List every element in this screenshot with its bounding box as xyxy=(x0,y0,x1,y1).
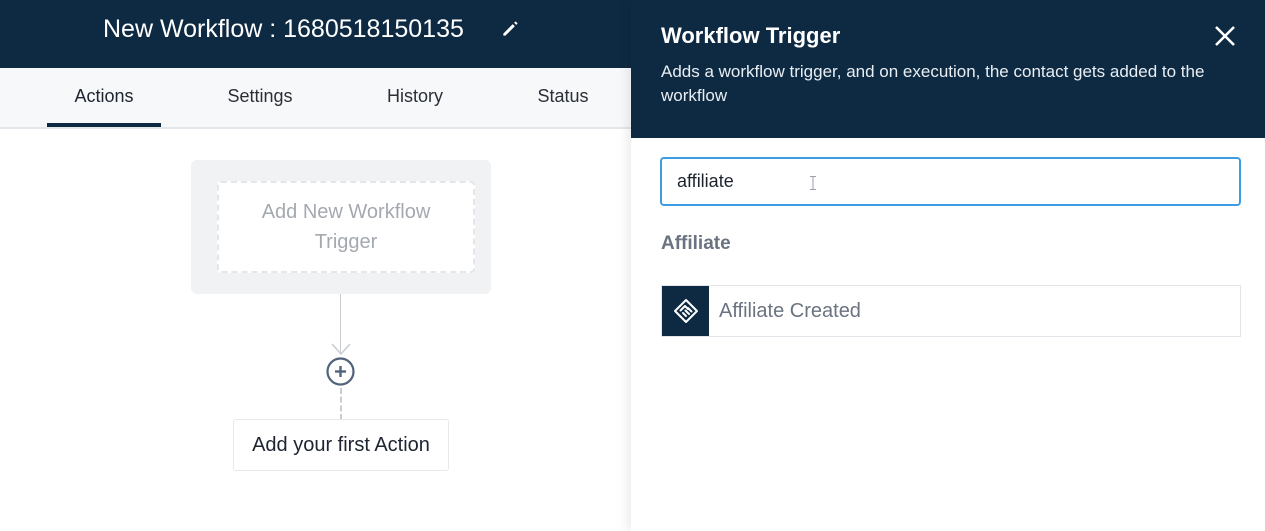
workflow-tabs: Actions Settings History Status xyxy=(0,68,631,129)
add-step-plus-icon[interactable] xyxy=(326,357,355,386)
close-icon[interactable] xyxy=(1213,24,1237,48)
tab-status[interactable]: Status xyxy=(522,68,604,127)
workflow-header: New Workflow : 1680518150135 xyxy=(0,0,631,68)
workflow-title: New Workflow : 1680518150135 xyxy=(103,15,464,43)
panel-header: Workflow Trigger Adds a workflow trigger… xyxy=(631,0,1265,138)
trigger-search-input[interactable] xyxy=(660,157,1241,206)
add-trigger-label: Add New Workflow Trigger xyxy=(261,201,431,253)
panel-title: Workflow Trigger xyxy=(661,23,841,48)
handshake-icon xyxy=(673,299,698,323)
arrow-down-icon xyxy=(331,343,351,355)
add-first-action-button[interactable]: Add your first Action xyxy=(233,419,449,471)
workflow-canvas: Add New Workflow Trigger Add your first … xyxy=(0,129,631,531)
trigger-card: Add New Workflow Trigger xyxy=(191,160,491,294)
result-group-heading: Affiliate xyxy=(661,233,731,254)
pencil-edit-icon[interactable] xyxy=(500,19,520,39)
add-trigger-button[interactable]: Add New Workflow Trigger xyxy=(217,181,475,273)
tab-actions[interactable]: Actions xyxy=(47,68,161,127)
dashed-connector xyxy=(340,388,342,420)
tab-settings[interactable]: Settings xyxy=(210,68,310,127)
panel-description: Adds a workflow trigger, and on executio… xyxy=(661,62,1205,105)
trigger-option-label: Affiliate Created xyxy=(719,300,861,322)
trigger-option-affiliate-created[interactable]: Affiliate Created xyxy=(661,285,1241,337)
trigger-option-icon-box xyxy=(662,286,709,336)
tab-history[interactable]: History xyxy=(370,68,460,127)
workflow-trigger-panel: Workflow Trigger Adds a workflow trigger… xyxy=(631,0,1265,531)
text-cursor-icon xyxy=(810,176,816,190)
